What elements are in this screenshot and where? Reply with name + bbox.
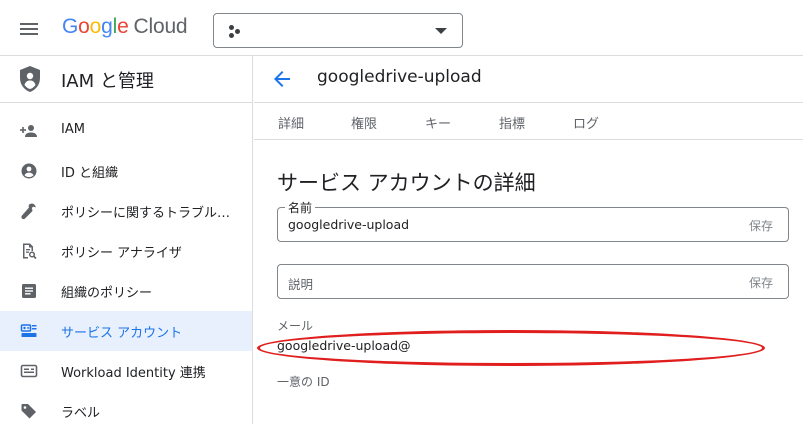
- sidebar-item-label: IAM: [61, 122, 85, 137]
- main-menu-icon[interactable]: [17, 17, 41, 41]
- dropdown-arrow-icon: [435, 28, 447, 34]
- sidebar: IAM と管理 IAM ID と組織 ポリシーに関するトラブル… ポリシー アナ…: [0, 56, 253, 424]
- label-tag-icon: [21, 404, 36, 419]
- account-circle-icon: [21, 163, 37, 179]
- main-header: googledrive-upload: [254, 56, 803, 103]
- sidebar-item-labels[interactable]: ラベル: [0, 391, 252, 424]
- back-arrow-icon[interactable]: [270, 67, 294, 91]
- id-card-icon: [20, 364, 38, 378]
- description-field-placeholder: 説明: [288, 277, 314, 292]
- sidebar-item-service-accounts[interactable]: サービス アカウント: [0, 311, 252, 351]
- list-document-icon: [22, 284, 36, 298]
- person-add-icon: [20, 125, 37, 137]
- name-field-label: 名前: [285, 199, 316, 216]
- shield-icon: [20, 66, 40, 92]
- sidebar-item-label: ポリシーに関するトラブル…: [61, 206, 231, 221]
- sidebar-item-label: ラベル: [61, 406, 101, 421]
- email-value: googledrive-upload@: [277, 338, 411, 353]
- logo-google: Google: [62, 15, 129, 38]
- sidebar-header: IAM と管理: [0, 56, 252, 103]
- document-search-icon: [23, 243, 37, 260]
- tab-details[interactable]: 詳細: [278, 113, 304, 132]
- name-field-value[interactable]: googledrive-upload: [288, 217, 409, 232]
- tab-metrics[interactable]: 指標: [499, 113, 525, 132]
- sidebar-item-workload-identity-federation[interactable]: Workload Identity 連携: [0, 351, 252, 391]
- sidebar-item-identity-organization[interactable]: ID と組織: [0, 151, 252, 191]
- service-account-icon: [20, 324, 37, 337]
- project-picker[interactable]: [213, 13, 463, 48]
- logo-cloud: Cloud: [133, 15, 188, 38]
- sidebar-item-organization-policies[interactable]: 組織のポリシー: [0, 271, 252, 311]
- top-bar: Google Cloud: [0, 0, 803, 56]
- name-save-button[interactable]: 保存: [749, 217, 773, 234]
- tab-keys[interactable]: キー: [425, 113, 451, 132]
- sidebar-item-label: Workload Identity 連携: [61, 366, 206, 381]
- section-title: サービス アカウントの詳細: [277, 171, 536, 195]
- tab-bar: 詳細 権限 キー 指標 ログ: [254, 103, 803, 140]
- main-content: googledrive-upload 詳細 権限 キー 指標 ログ サービス ア…: [254, 56, 803, 424]
- sidebar-item-label: ID と組織: [61, 166, 118, 181]
- email-label: メール: [277, 319, 314, 333]
- tab-logs[interactable]: ログ: [573, 113, 599, 132]
- tab-permissions[interactable]: 権限: [351, 113, 377, 132]
- project-dots-icon: [228, 24, 244, 40]
- sidebar-item-iam[interactable]: IAM: [0, 111, 252, 151]
- sidebar-item-policy-analyzer[interactable]: ポリシー アナライザ: [0, 231, 252, 271]
- sidebar-item-label: ポリシー アナライザ: [61, 246, 182, 261]
- google-cloud-logo[interactable]: Google Cloud: [62, 15, 188, 39]
- description-save-button[interactable]: 保存: [749, 274, 773, 291]
- description-field[interactable]: 説明 保存: [277, 264, 789, 299]
- page-title: googledrive-upload: [317, 67, 482, 87]
- name-field[interactable]: 名前 googledrive-upload 保存: [277, 199, 789, 242]
- sidebar-title: IAM と管理: [61, 71, 154, 92]
- sidebar-item-label: 組織のポリシー: [61, 286, 153, 301]
- sidebar-item-policy-troubleshooter[interactable]: ポリシーに関するトラブル…: [0, 191, 252, 231]
- unique-id-label: 一意の ID: [277, 375, 330, 389]
- sidebar-item-label: サービス アカウント: [61, 326, 183, 341]
- wrench-icon: [21, 203, 36, 220]
